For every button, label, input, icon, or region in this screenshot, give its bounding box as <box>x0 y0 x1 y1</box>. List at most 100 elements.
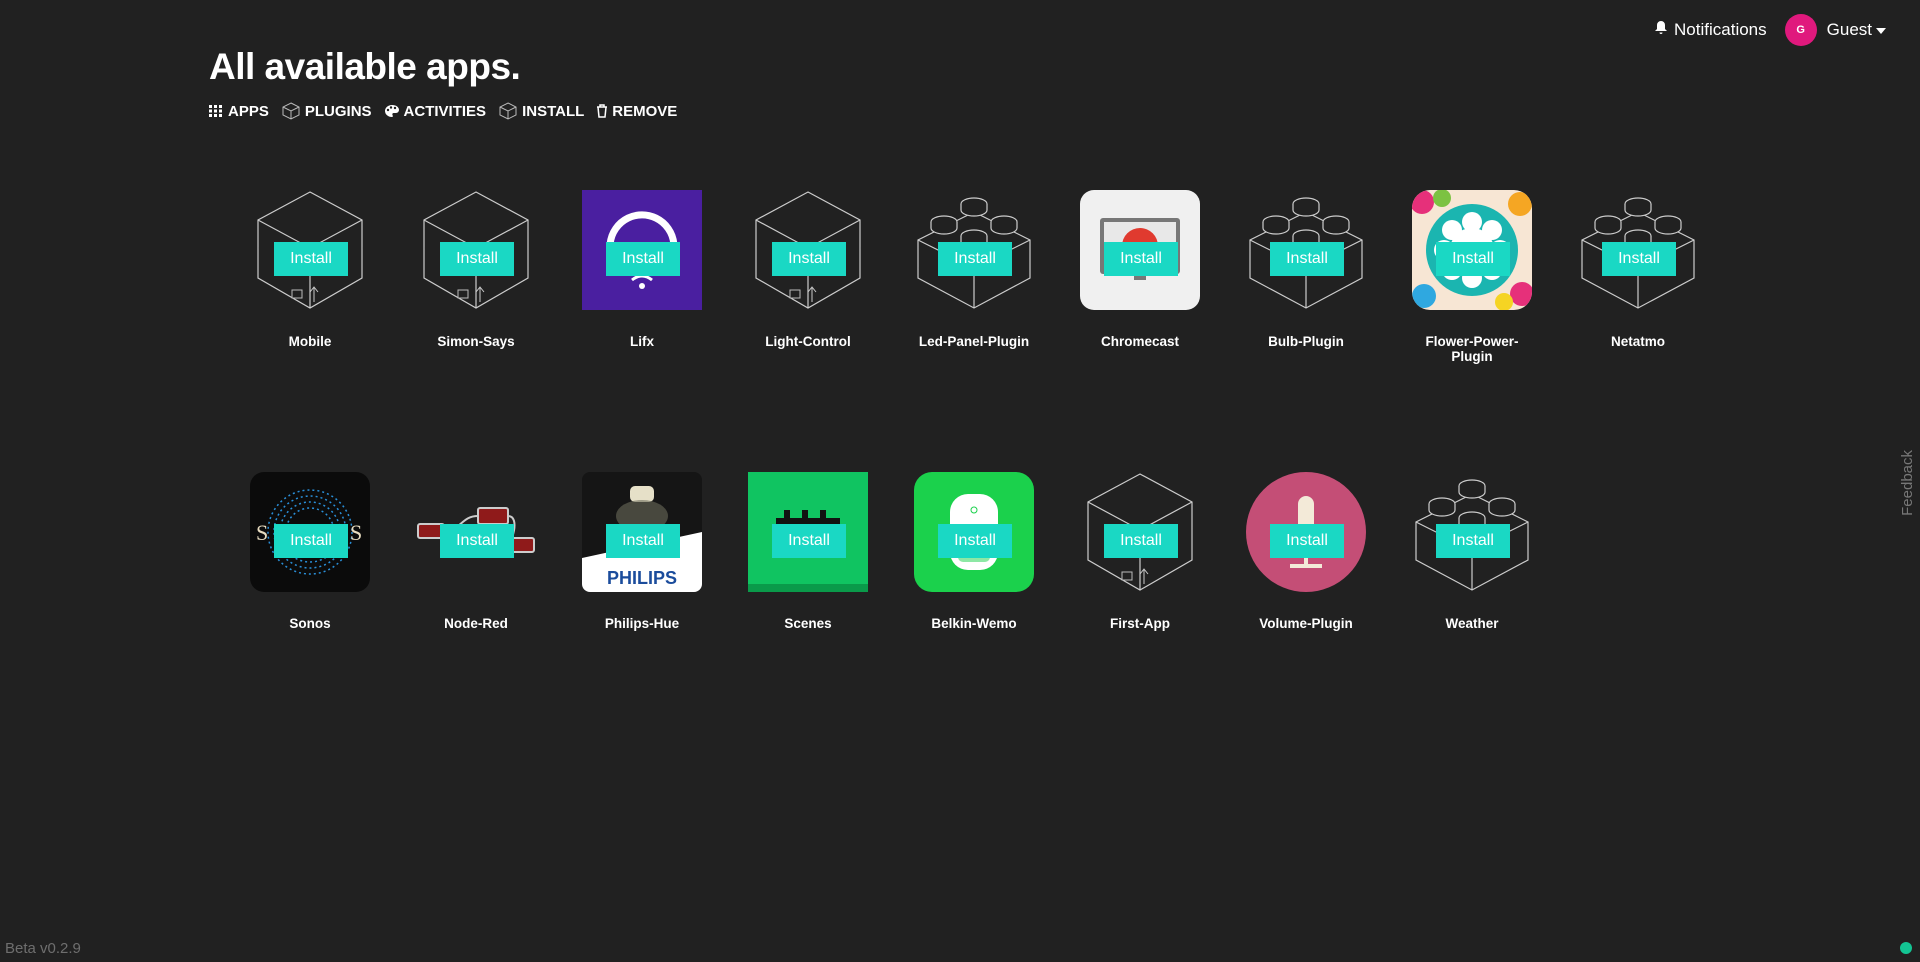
bell-icon <box>1654 20 1668 40</box>
apps-row: S S Install Sonos Install Node-Red PHILIP… <box>227 472 1787 754</box>
install-button[interactable]: Install <box>274 524 348 558</box>
user-menu[interactable]: G Guest <box>1784 14 1886 46</box>
app-tile-flower-power-plugin[interactable]: Install Flower-Power-Plugin <box>1389 190 1555 472</box>
box-icon: Install <box>748 190 868 310</box>
tab-label: PLUGINS <box>304 102 372 120</box>
app-name: Simon-Says <box>437 334 515 349</box>
app-tile-bulb-plugin[interactable]: Install Bulb-Plugin <box>1223 190 1389 472</box>
tab-activities[interactable]: ACTIVITIES <box>384 102 487 120</box>
app-name: Weather <box>1445 616 1499 631</box>
feedback-tab[interactable]: Feedback <box>1899 450 1916 516</box>
trash-icon <box>596 104 608 118</box>
chromecast-icon: Install <box>1080 190 1200 310</box>
app-tile-belkin-wemo[interactable]: Install Belkin-Wemo <box>891 472 1057 754</box>
avatar: G <box>1784 14 1817 46</box>
app-name: Node-Red <box>444 616 508 631</box>
app-name: Netatmo <box>1610 334 1665 349</box>
philips-hue-icon: PHILIPS Install <box>582 472 702 592</box>
install-button[interactable]: Install <box>1602 242 1676 276</box>
app-name: Bulb-Plugin <box>1268 334 1344 349</box>
app-name: Belkin-Wemo <box>931 616 1017 631</box>
tab-label: ACTIVITIES <box>403 102 487 120</box>
app-tile-node-red[interactable]: Install Node-Red <box>393 472 559 754</box>
tab-label: APPS <box>228 102 269 120</box>
install-button[interactable]: Install <box>1270 242 1344 276</box>
install-button[interactable]: Install <box>1270 524 1344 558</box>
install-button[interactable]: Install <box>1436 242 1510 276</box>
app-tile-chromecast[interactable]: Install Chromecast <box>1057 190 1223 472</box>
apps-grid: Install Mobile Install Simon-Says Instal… <box>227 190 1787 754</box>
box-icon: Install <box>250 190 370 310</box>
install-button[interactable]: Install <box>606 242 680 276</box>
install-button[interactable]: Install <box>1104 242 1178 276</box>
app-name: Mobile <box>288 334 332 349</box>
install-button[interactable]: Install <box>274 242 348 276</box>
tab-apps[interactable]: APPS <box>209 102 269 120</box>
app-tile-scenes[interactable]: Install Scenes <box>725 472 891 754</box>
philips-brand-text: PHILIPS <box>607 568 677 588</box>
install-button[interactable]: Install <box>440 242 514 276</box>
tab-label: REMOVE <box>612 102 678 120</box>
tab-nav: APPS PLUGINS ACTIVITIES INSTALL REMOVE <box>209 102 677 120</box>
app-name: Led-Panel-Plugin <box>918 334 1030 349</box>
app-tile-netatmo[interactable]: Install Netatmo <box>1555 190 1721 472</box>
install-button[interactable]: Install <box>938 242 1012 276</box>
install-button[interactable]: Install <box>1104 524 1178 558</box>
app-tile-first-app[interactable]: Install First-App <box>1057 472 1223 754</box>
app-name: Light-Control <box>765 334 851 349</box>
app-tile-volume-plugin[interactable]: Install Volume-Plugin <box>1223 472 1389 754</box>
app-name: First-App <box>1110 616 1170 631</box>
app-name: Philips-Hue <box>604 616 680 631</box>
connection-status-dot <box>1900 942 1912 954</box>
app-tile-simon-says[interactable]: Install Simon-Says <box>393 190 559 472</box>
apps-row: Install Mobile Install Simon-Says Instal… <box>227 190 1787 472</box>
notifications-label: Notifications <box>1674 20 1767 39</box>
install-button[interactable]: Install <box>772 242 846 276</box>
cube-icon <box>281 102 301 120</box>
brick-icon: Install <box>1412 472 1532 592</box>
wemo-icon: Install <box>914 472 1034 592</box>
app-name: Lifx <box>629 334 654 349</box>
grid-icon <box>209 105 224 117</box>
lifx-icon: Install <box>582 190 702 310</box>
box-icon: Install <box>416 190 536 310</box>
tab-install[interactable]: INSTALL <box>498 102 584 120</box>
install-button[interactable]: Install <box>772 524 846 558</box>
tab-label: INSTALL <box>522 102 585 120</box>
notifications-button[interactable]: Notifications <box>1654 20 1767 40</box>
install-button[interactable]: Install <box>606 524 680 558</box>
app-name: Volume-Plugin <box>1259 616 1353 631</box>
user-label: Guest <box>1826 20 1872 39</box>
app-tile-light-control[interactable]: Install Light-Control <box>725 190 891 472</box>
app-name: Flower-Power-Plugin <box>1425 334 1519 364</box>
caret-down-icon <box>1876 27 1886 34</box>
tab-remove[interactable]: REMOVE <box>596 102 677 120</box>
svg-text:S: S <box>350 520 362 545</box>
version-label: Beta v0.2.9 <box>5 940 81 957</box>
top-bar: Notifications G Guest <box>1654 14 1886 46</box>
app-tile-philips-hue[interactable]: PHILIPS Install Philips-Hue <box>559 472 725 754</box>
cube-icon <box>498 102 518 120</box>
install-button[interactable]: Install <box>440 524 514 558</box>
palette-icon <box>384 104 400 118</box>
flower-power-icon: Install <box>1412 190 1532 310</box>
brick-icon: Install <box>1578 190 1698 310</box>
box-icon: Install <box>1080 472 1200 592</box>
brick-icon: Install <box>914 190 1034 310</box>
app-tile-mobile[interactable]: Install Mobile <box>227 190 393 472</box>
microphone-icon: Install <box>1246 472 1366 592</box>
sonos-icon: S S Install <box>250 472 370 592</box>
svg-text:S: S <box>256 520 268 545</box>
app-name: Scenes <box>784 616 832 631</box>
tab-plugins[interactable]: PLUGINS <box>281 102 372 120</box>
app-tile-sonos[interactable]: S S Install Sonos <box>227 472 393 754</box>
brick-icon: Install <box>1246 190 1366 310</box>
page-title: All available apps. <box>209 46 521 87</box>
install-button[interactable]: Install <box>1436 524 1510 558</box>
install-button[interactable]: Install <box>938 524 1012 558</box>
app-tile-weather[interactable]: Install Weather <box>1389 472 1555 754</box>
app-name: Sonos <box>289 616 331 631</box>
app-tile-lifx[interactable]: Install Lifx <box>559 190 725 472</box>
node-red-icon: Install <box>416 472 536 592</box>
app-tile-led-panel-plugin[interactable]: Install Led-Panel-Plugin <box>891 190 1057 472</box>
